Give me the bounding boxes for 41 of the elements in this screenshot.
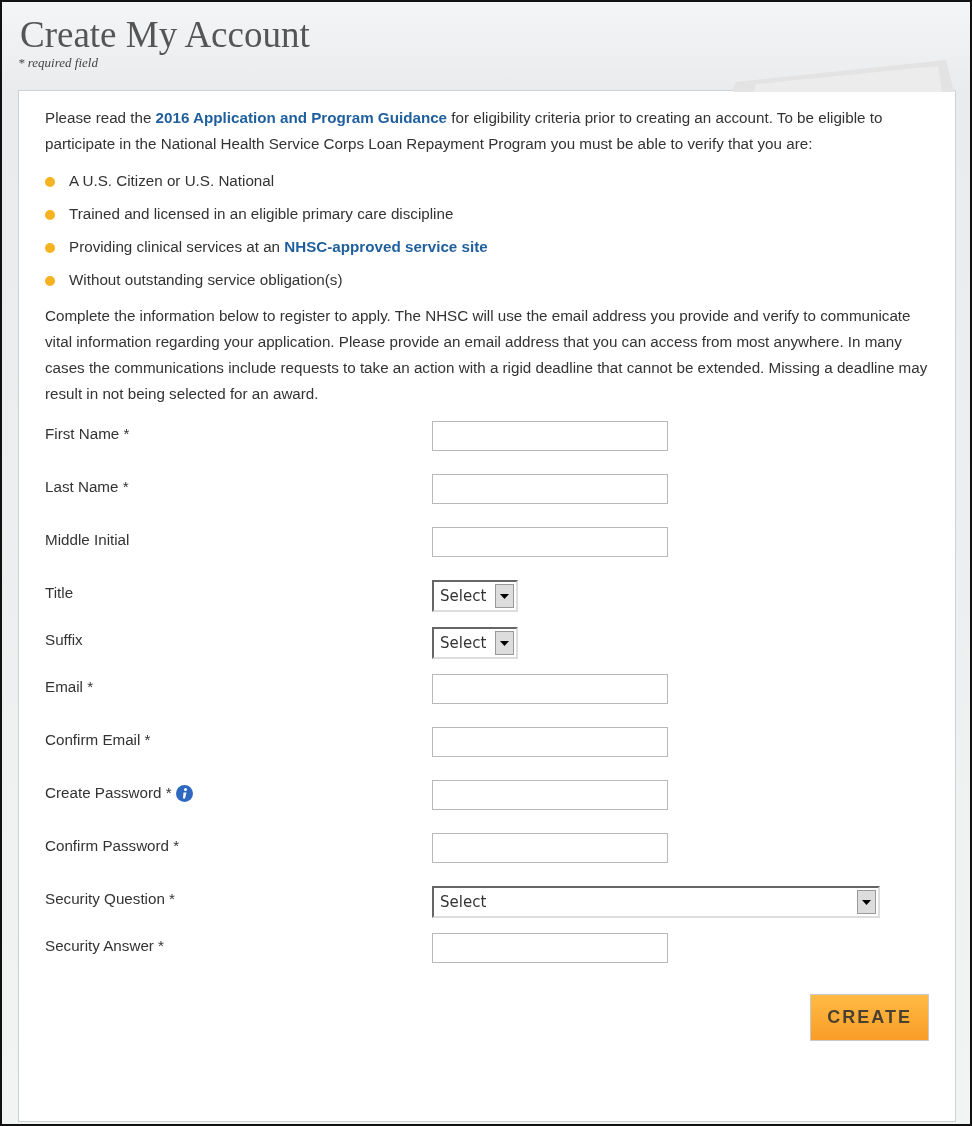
- field-label: Security Question *: [45, 889, 175, 909]
- field-label: Title: [45, 583, 74, 603]
- input-field[interactable]: [432, 674, 668, 704]
- caret-icon: [500, 640, 509, 646]
- input-field[interactable]: [432, 933, 668, 963]
- info-icon[interactable]: [175, 784, 193, 802]
- caret-icon: [500, 593, 509, 599]
- field-label: First Name *: [45, 424, 130, 444]
- select-dropdown[interactable]: Select: [432, 886, 880, 918]
- field-label: Confirm Email *: [45, 730, 151, 750]
- input-field[interactable]: [432, 727, 668, 757]
- field-label: Confirm Password *: [45, 836, 180, 856]
- bullet-text: Trained and licensed in an eligible primary care discipline: [69, 204, 454, 225]
- field-label: Create Password *: [45, 783, 172, 803]
- bullet-text: A U.S. Citizen or U.S. National: [69, 171, 275, 192]
- input-field[interactable]: [432, 833, 668, 863]
- instructions-paragraph: Complete the information below to register to apply. The NHSC will use the email address you provide and verify to communicate vital information regarding your application. Please provide an email address that you can access from most anywhere. In many cases the communications include requests to take an action with a rigid deadline that cannot be extended. Missing a deadline may result in not being selected for an award.: [45, 306, 929, 404]
- link[interactable]: NHSC-approved service site: [284, 238, 488, 256]
- field-label: Middle Initial: [45, 530, 130, 550]
- create-button[interactable]: CREATE: [810, 994, 929, 1041]
- bullet-icon: [45, 242, 55, 253]
- required-field-note: * required field: [18, 54, 99, 72]
- bullet-icon: [45, 209, 55, 220]
- input-field[interactable]: [432, 780, 668, 810]
- input-field[interactable]: [432, 474, 668, 504]
- field-label: Last Name *: [45, 477, 129, 497]
- select-dropdown[interactable]: Select: [432, 580, 518, 612]
- intro-paragraph: Please read the 2016 Application and Program Guidance for eligibility criteria prior to creating an account. To be eligible to participate in the National Health Service Corps Loan Repayment Program you must be able to verify that you are:: [45, 108, 884, 154]
- input-field[interactable]: [432, 527, 668, 557]
- bullet-icon: [45, 176, 55, 187]
- link[interactable]: 2016 Application and Program Guidance: [155, 109, 448, 126]
- bullet-text: Providing clinical services at an NHSC-approved service site: [69, 237, 488, 258]
- select-dropdown[interactable]: Select: [432, 627, 518, 659]
- page-title: Create My Account: [20, 16, 311, 53]
- field-label: Security Answer *: [45, 936, 164, 956]
- field-label: Email *: [45, 677, 94, 697]
- input-field[interactable]: [432, 421, 668, 451]
- caret-icon: [862, 899, 871, 905]
- field-label: Suffix: [45, 630, 83, 650]
- bullet-text: Without outstanding service obligation(s): [69, 270, 343, 291]
- bullet-icon: [45, 275, 55, 286]
